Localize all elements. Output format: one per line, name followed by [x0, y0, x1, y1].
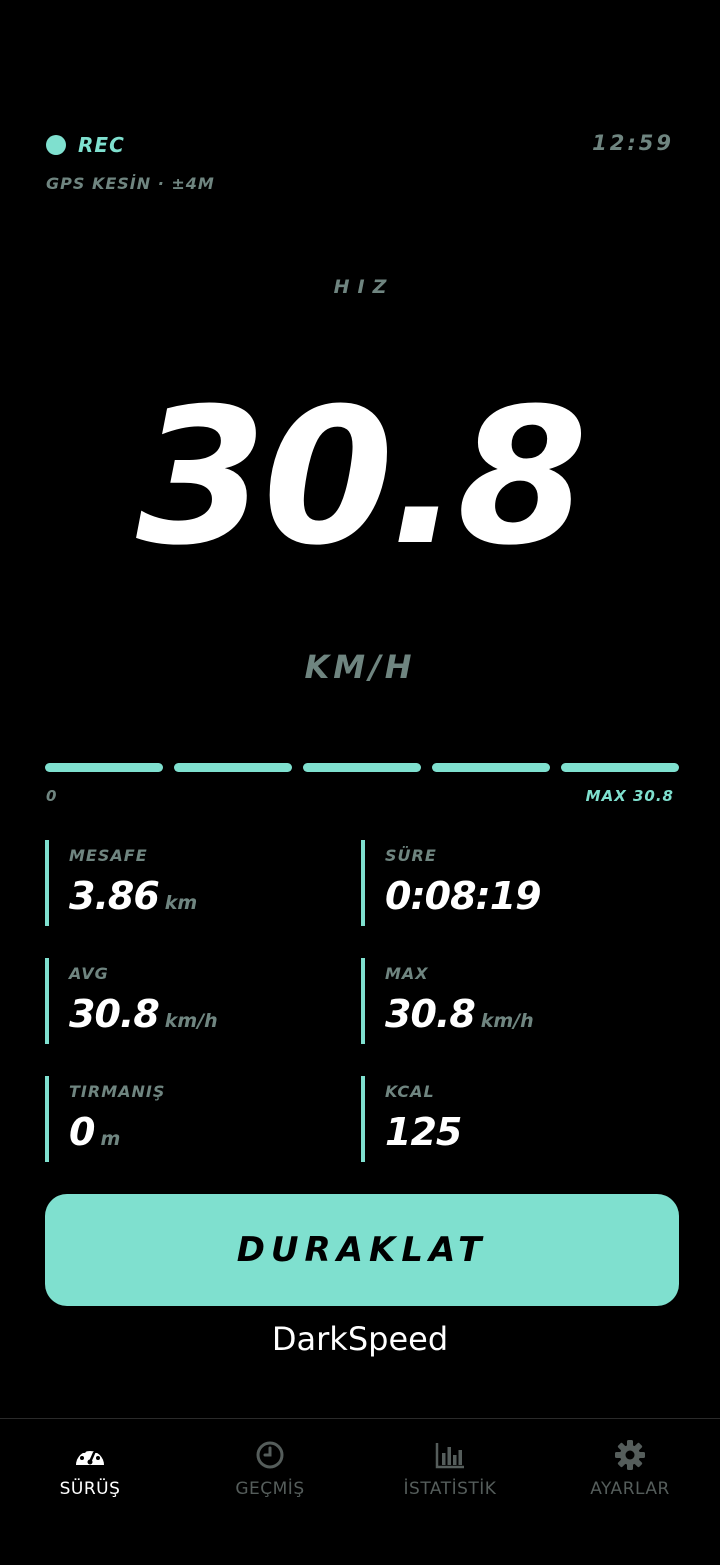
stat-value: 0 — [69, 1110, 95, 1154]
speed-bar-segment — [561, 763, 679, 772]
speedometer-icon — [76, 1446, 104, 1465]
stat-label: SÜRE — [385, 846, 437, 865]
pause-button[interactable]: DURAKLAT — [45, 1194, 679, 1306]
clock: 12:59 — [592, 131, 674, 155]
speed-bar-segment — [303, 763, 421, 772]
stat-kcal: KCAL 125 — [361, 1076, 641, 1162]
nav-item-history[interactable]: GEÇMİŞ — [180, 1419, 360, 1565]
stat-value: 0:08:19 — [385, 874, 542, 918]
stat-unit: km — [164, 892, 198, 914]
nav-label: SÜRÜŞ — [59, 1479, 121, 1499]
recording-indicator: REC — [46, 133, 125, 157]
stat-label: MAX — [385, 964, 429, 983]
rec-label: REC — [78, 133, 125, 157]
speed-bar — [45, 763, 679, 772]
stat-value: 3.86 — [69, 874, 160, 918]
stat-climb: TIRMANIŞ 0m — [45, 1076, 325, 1162]
clock-icon — [256, 1441, 284, 1469]
nav-item-stats[interactable]: İSTATİSTİK — [360, 1419, 540, 1565]
stat-max-speed: MAX 30.8 km/h — [361, 958, 641, 1044]
stat-value: 125 — [385, 1110, 462, 1154]
stat-value: 30.8 — [385, 992, 476, 1036]
nav-label: AYARLAR — [590, 1479, 670, 1499]
speed-bar-max-label: MAX 30.8 — [585, 787, 674, 805]
stat-label: TIRMANIŞ — [69, 1082, 166, 1101]
gear-icon — [615, 1440, 645, 1470]
bar-chart-icon — [435, 1443, 464, 1469]
stat-duration: SÜRE 0:08:19 — [361, 840, 641, 926]
speed-bar-segment — [174, 763, 292, 772]
gps-status: GPS KESİN · ±4M — [46, 174, 215, 193]
speed-value: 30.8 — [136, 368, 588, 587]
app-name: DarkSpeed — [271, 1320, 449, 1358]
speed-unit: KM/H — [304, 648, 416, 686]
stat-distance: MESAFE 3.86 km — [45, 840, 325, 926]
stat-label: AVG — [69, 964, 109, 983]
speed-bar-segment — [45, 763, 163, 772]
bottom-nav: SÜRÜŞ GEÇMİŞ İSTATİSTİK AYARLAR — [0, 1419, 720, 1565]
record-dot-icon — [46, 135, 66, 155]
stat-unit: m — [100, 1128, 121, 1150]
speed-bar-min-label: 0 — [46, 787, 57, 805]
stat-label: KCAL — [385, 1082, 435, 1101]
speed-bar-segment — [432, 763, 550, 772]
nav-label: İSTATİSTİK — [403, 1479, 497, 1499]
stat-unit: km/h — [480, 1010, 534, 1032]
stat-value: 30.8 — [69, 992, 160, 1036]
speed-caption: HIZ — [333, 276, 395, 298]
nav-label: GEÇMİŞ — [235, 1479, 305, 1499]
stat-unit: km/h — [164, 1010, 218, 1032]
stat-avg-speed: AVG 30.8 km/h — [45, 958, 325, 1044]
nav-item-settings[interactable]: AYARLAR — [540, 1419, 720, 1565]
nav-item-ride[interactable]: SÜRÜŞ — [0, 1419, 180, 1565]
stat-label: MESAFE — [69, 846, 148, 865]
